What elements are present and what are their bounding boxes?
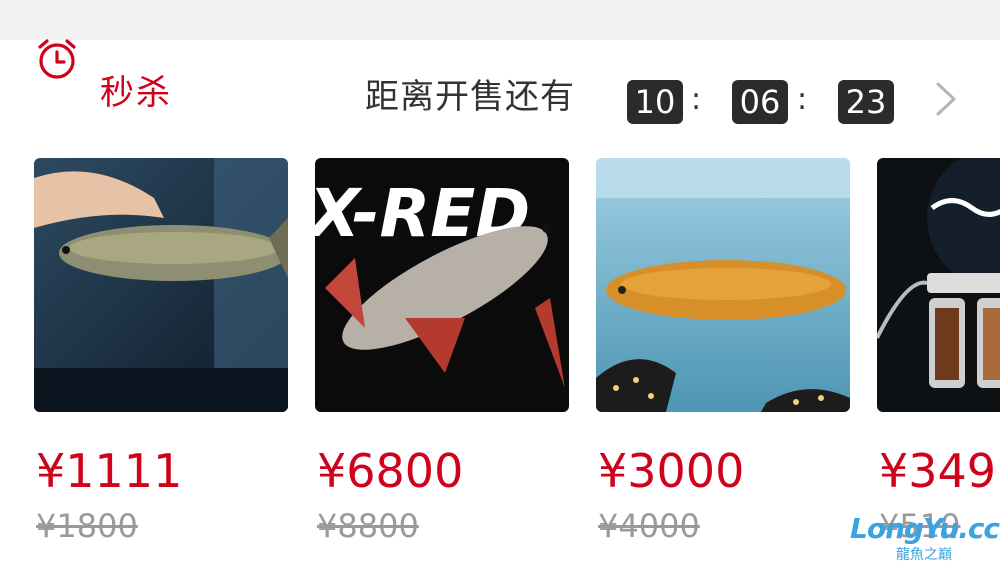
product-card[interactable]: ¥3000 ¥4000	[596, 158, 850, 568]
countdown-hours: 10	[627, 80, 683, 124]
product-price: ¥6800	[317, 444, 464, 498]
countdown-separator: :	[797, 82, 808, 117]
watermark-logo: LongYu.cc 龍魚之巔	[850, 512, 1000, 564]
product-image[interactable]: X-RED	[315, 158, 569, 412]
alarm-clock-icon	[38, 39, 76, 79]
product-image[interactable]	[34, 158, 288, 412]
countdown-separator: :	[691, 82, 702, 117]
product-original-price: ¥1800	[36, 507, 138, 545]
product-image[interactable]	[596, 158, 850, 412]
product-original-price: ¥8800	[317, 507, 419, 545]
product-image[interactable]	[877, 158, 1000, 412]
product-card[interactable]: ¥349 ¥510	[877, 158, 1000, 568]
product-price: ¥3000	[598, 444, 745, 498]
flash-sale-title: 秒杀	[100, 73, 172, 113]
countdown-label: 距离开售还有	[365, 77, 575, 117]
top-divider-strip	[0, 0, 1000, 40]
product-card[interactable]: ¥1111 ¥1800	[34, 158, 288, 568]
chevron-right-icon[interactable]	[928, 78, 962, 120]
product-price: ¥349	[879, 444, 997, 498]
countdown-minutes: 06	[732, 80, 788, 124]
product-card[interactable]: X-RED ¥6800 ¥8800	[315, 158, 569, 568]
product-price: ¥1111	[36, 444, 183, 498]
watermark-subtitle: 龍魚之巔	[896, 547, 952, 563]
watermark-brand: LongYu.cc	[850, 512, 1000, 545]
countdown-seconds: 23	[838, 80, 894, 124]
product-original-price: ¥4000	[598, 507, 700, 545]
